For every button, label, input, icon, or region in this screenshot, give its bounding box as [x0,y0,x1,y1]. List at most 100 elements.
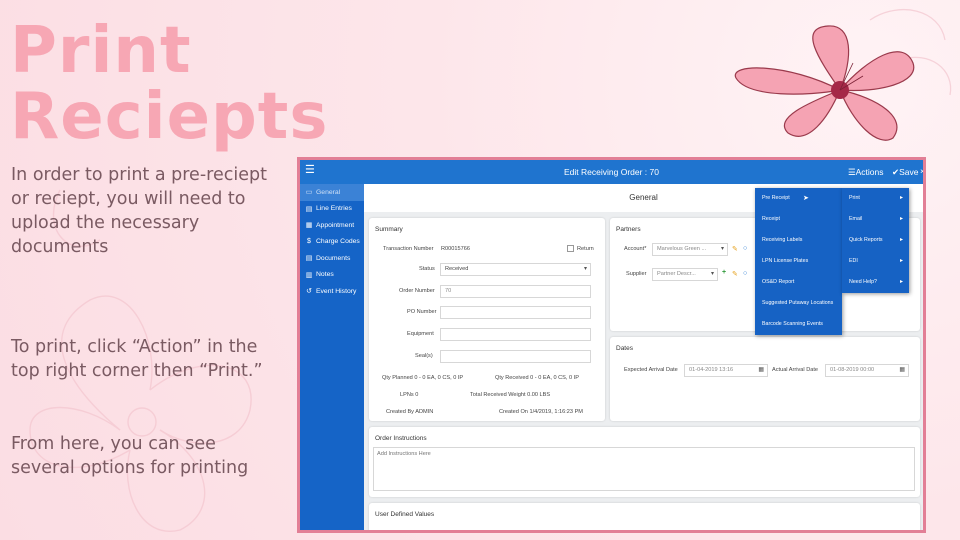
chevron-right-icon: ▸ [899,258,903,264]
close-button[interactable]: × [920,166,923,176]
menu-item-label: EDI [849,258,858,264]
menu-item-pre-receipt[interactable]: Pre Receipt ➤ [755,188,842,209]
menu-item-need-help[interactable]: Need Help? ▸ [842,272,909,293]
list-icon: ▤ [305,205,313,213]
dates-title: Dates [616,345,633,352]
sidebar-item-charge-codes[interactable]: $ Charge Codes [300,234,364,251]
edit-icon[interactable]: ✎ [732,270,738,278]
sidebar-item-notes[interactable]: ▥ Notes [300,267,364,284]
menu-item-receiving-labels[interactable]: Receiving Labels [755,230,842,251]
sidebar-item-label: Charge Codes [316,238,360,246]
user-defined-values-title: User Defined Values [375,511,435,518]
summary-title: Summary [375,226,403,233]
chevron-down-icon: ▾ [710,271,714,277]
menu-item-label: LPN License Plates [762,258,809,264]
transaction-number-label: Transaction Number [383,246,434,252]
po-number-field[interactable] [440,306,591,319]
menu-item-receipt[interactable]: Receipt [755,209,842,230]
order-instructions-textarea[interactable] [373,447,915,491]
pink-flower-illustration [734,25,915,141]
menu-item-label: Pre Receipt [762,195,790,201]
actions-button-label: Actions [855,167,884,177]
menu-item-edi[interactable]: EDI ▸ [842,251,909,272]
supplier-select[interactable]: Partner Descr... ▾ [652,268,718,281]
equipment-field[interactable] [440,328,591,341]
sidebar-item-label: Appointment [316,221,355,229]
sidebar-item-event-history[interactable]: ↺ Event History [300,283,364,300]
equipment-label: Equipment [407,331,434,337]
save-button-label: Save [899,167,919,177]
summary-card: Summary Transaction Number R00015766 Ret… [369,218,605,421]
sidebar-item-documents[interactable]: ▤ Documents [300,250,364,267]
menu-item-barcode-scanning[interactable]: Barcode Scanning Events [755,314,842,335]
menu-item-label: Receiving Labels [762,237,803,243]
seals-label: Seal(s) [415,353,433,359]
menu-item-quick-reports[interactable]: Quick Reports ▸ [842,230,909,251]
return-checkbox[interactable] [567,245,574,252]
account-select[interactable]: Marvelous Green ... ▾ [652,243,728,256]
menu-item-print[interactable]: Print ▸ [842,188,909,209]
menu-item-label: Barcode Scanning Events [762,321,823,327]
menu-item-osd-report[interactable]: OS&D Report [755,272,842,293]
actions-button[interactable]: ☰Actions [848,167,884,178]
sidebar-item-appointment[interactable]: ▦ Appointment [300,217,364,234]
sidebar-item-label: General [316,188,341,196]
sidebar-item-label: Line Entries [316,205,352,213]
edit-icon[interactable]: ✎ [732,245,738,253]
actual-arrival-value: 01-08-2019 00:00 [830,367,875,373]
sidebar-item-label: Documents [316,254,351,262]
instruction-paragraph-1: In order to print a pre-reciept or recie… [11,165,267,257]
menu-item-label: Need Help? [849,279,877,285]
expected-arrival-value: 01-04-2019 13:16 [689,367,734,373]
status-select[interactable]: Received ▾ [440,263,591,276]
sidebar-item-general[interactable]: ▭ General [300,184,364,201]
user-defined-values-card: User Defined Values [369,503,920,530]
menu-item-label: Receipt [762,216,780,222]
calendar-icon: ▦ [758,367,764,373]
sidebar-item-label: Event History [316,287,357,295]
lpns: LPNs 0 [400,392,419,398]
seals-field[interactable] [440,350,591,363]
history-icon: ↺ [306,288,312,296]
order-number-label: Order Number [399,288,435,294]
transaction-number-value: R00015766 [441,246,470,252]
menu-item-lpn-license-plates[interactable]: LPN License Plates [755,251,842,272]
menu-item-label: Suggested Putaway Locations [762,300,834,306]
menu-item-label: OS&D Report [762,279,795,285]
slide-title-line-2: Reciepts [10,80,329,154]
total-received-weight: Total Received Weight 0.00 LBS [470,392,551,398]
qty-planned: Qty Planned 0 - 0 EA, 0 CS, 0 IP [382,375,464,381]
sidebar-item-line-entries[interactable]: ▤ Line Entries [300,201,364,218]
slide-title: Print Reciepts [10,18,328,150]
list-icon: ☰ [848,167,856,177]
instruction-paragraph-2: To print, click “Action” in the top righ… [11,337,263,381]
status-value: Received [445,266,469,272]
search-icon[interactable]: ○ [743,270,747,277]
order-instructions-title: Order Instructions [375,435,427,442]
chevron-right-icon: ▸ [899,237,903,243]
supplier-value: Partner Descr... [657,271,696,277]
calendar-icon: ▦ [899,367,905,373]
status-label: Status [419,266,435,272]
menu-item-label: Email [849,216,863,222]
search-icon[interactable]: ○ [743,245,747,252]
expected-arrival-label: Expected Arrival Date [624,367,678,373]
chevron-right-icon: ▸ [899,279,903,285]
menu-item-suggested-putaway[interactable]: Suggested Putaway Locations [755,293,842,314]
order-number-field[interactable]: 70 [440,285,591,298]
save-button[interactable]: ✔Save [892,167,919,178]
receiving-order-app: ☰ Edit Receiving Order : 70 ☰Actions ✔Sa… [297,157,926,533]
partners-title: Partners [616,226,641,233]
created-by: Created By ADMIN [386,409,434,415]
menu-item-label: Print [849,195,860,201]
calendar-icon: ▦ [305,222,313,230]
expected-arrival-field[interactable]: 01-04-2019 13:16 ▦ [684,364,768,377]
account-label: Account* [624,246,647,252]
add-icon[interactable]: + [722,269,726,276]
menu-item-email[interactable]: Email ▸ [842,209,909,230]
account-value: Marvelous Green ... [657,246,707,252]
actual-arrival-field[interactable]: 01-08-2019 00:00 ▦ [825,364,909,377]
chevron-right-icon: ▸ [899,195,903,201]
created-on: Created On 1/4/2019, 1:16:23 PM [499,409,583,415]
notes-icon: ▥ [305,271,313,279]
